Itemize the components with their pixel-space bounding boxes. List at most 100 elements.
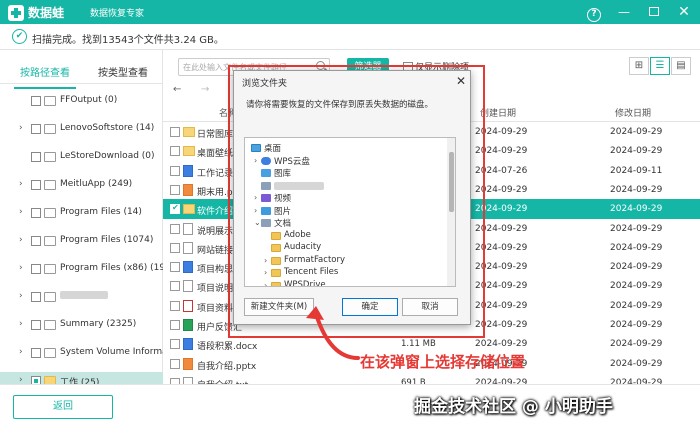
file-name: 自我介绍.pptx [197,361,257,372]
row-checkbox[interactable] [170,184,180,195]
tree-item-checkbox[interactable] [31,180,41,190]
file-modified: 2024-09-29 [610,262,663,273]
detail-view-icon[interactable]: ▤ [671,57,691,75]
dialog-tree-item[interactable]: › WPS云盘 [245,155,445,168]
dialog-tree-item[interactable]: › WPSDrive [245,280,445,287]
dialog-tree-label: 文档 [274,219,292,229]
dialog-tree-label: 图库 [274,169,292,179]
row-checkbox[interactable] [170,320,180,330]
dialog-close-icon[interactable]: ✕ [456,74,466,88]
sidebar-tree-item[interactable]: › [0,288,163,308]
row-checkbox[interactable] [170,127,180,137]
dialog-scrollbar[interactable] [447,138,455,286]
folder-icon [44,152,56,162]
forward-arrow-icon[interactable]: → [201,84,209,95]
dialog-tree-item[interactable] [245,180,445,193]
doc-icon [261,219,271,227]
chevron-icon[interactable]: › [264,256,267,265]
row-checkbox[interactable] [170,300,180,311]
file-modified: 2024-09-29 [610,358,663,369]
tree-item-checkbox[interactable] [31,292,41,302]
row-checkbox[interactable] [170,146,180,157]
tree-item-checkbox[interactable] [31,264,41,274]
dialog-tree-label: FormatFactory [284,254,346,265]
dialog-tree-item[interactable]: › FormatFactory [245,255,445,268]
dialog-tree-item[interactable]: Audacity [245,242,445,255]
chk-file-icon [183,319,193,331]
chevron-icon[interactable]: › [254,206,257,215]
column-created[interactable]: 创建日期 [480,106,516,119]
dialog-tree-item[interactable]: 桌面 [245,142,445,155]
chevron-right-icon[interactable]: › [19,179,23,189]
maximize-button[interactable] [645,3,663,21]
back-button[interactable]: 返回 [13,395,113,419]
row-checkbox[interactable] [170,358,180,369]
dialog-scroll-thumb[interactable] [449,152,454,212]
dialog-tree-label: WPS云盘 [274,156,310,167]
dialog-tree-item[interactable]: › Tencent Files [245,267,445,280]
file-modified: 2024-09-29 [610,127,663,137]
chevron-icon[interactable]: › [264,281,267,287]
tree-item-checkbox[interactable] [31,124,41,134]
tab-by-path[interactable]: 按路径查看 [14,64,76,89]
row-checkbox[interactable] [170,223,180,234]
tree-item-checkbox[interactable] [31,152,41,162]
file-created: 2024-09-29 [475,339,528,350]
row-checkbox[interactable] [170,281,180,292]
back-arrow-icon[interactable]: ← [173,84,181,95]
row-checkbox[interactable] [170,339,180,350]
row-checkbox[interactable] [170,165,180,176]
minimize-button[interactable]: — [615,3,633,21]
file-modified: 2024-09-29 [610,242,663,253]
sidebar-tree-item[interactable]: › Program Files (1074) [0,232,163,252]
app-name: 数据蛙 [28,6,65,20]
view-switcher: ⊞ ☰ ▤ [629,57,691,75]
dialog-tree-item[interactable]: ⌄ 文档 [245,217,445,230]
annotation-text: 在该弹窗上选择存储位置 [360,353,526,371]
cancel-button[interactable]: 取消 [402,298,458,316]
app-logo: 数据蛙 [8,4,64,21]
folder-icon [44,96,56,106]
chevron-right-icon[interactable]: › [19,123,23,133]
tree-item-checkbox[interactable] [31,348,41,358]
sidebar-tree-item[interactable]: › Summary (2325) [0,316,163,336]
dialog-tree-item[interactable]: › 图片 [245,205,445,218]
sidebar-tree-item[interactable]: › System Volume Informati [0,344,163,364]
chevron-right-icon[interactable]: › [19,291,23,301]
file-modified: 2024-09-29 [610,223,663,234]
sidebar-tree-item[interactable]: FFOutput (0) [0,92,163,112]
column-modified[interactable]: 修改日期 [615,106,651,119]
list-view-icon[interactable]: ☰ [650,57,670,75]
sidebar-tree-item[interactable]: › MeitluApp (249) [0,176,163,196]
tree-item-checkbox[interactable] [31,96,41,106]
dialog-tree-item[interactable]: › 视频 [245,192,445,205]
dialog-tree-item[interactable]: 图库 [245,167,445,180]
chevron-icon[interactable]: › [254,156,257,165]
row-checkbox[interactable] [170,242,180,253]
gallery-icon [261,169,271,177]
row-checkbox[interactable] [170,203,180,215]
sidebar-tree-item[interactable]: LeStoreDownload (0) [0,148,163,168]
grid-view-icon[interactable]: ⊞ [629,57,649,75]
dialog-tree-item[interactable]: Adobe [245,230,445,243]
chevron-icon[interactable]: ⌄ [254,218,261,227]
sidebar-tree-item[interactable]: › Program Files (14) [0,204,163,224]
chevron-right-icon[interactable]: › [19,235,23,245]
tree-item-checkbox[interactable] [31,320,41,330]
help-button[interactable]: ? [585,3,603,22]
chevron-right-icon[interactable]: › [19,207,23,217]
sidebar-tree-item[interactable]: › Program Files (x86) (1976 [0,260,163,280]
chevron-icon[interactable]: › [254,193,257,202]
dialog-title: 浏览文件夹 [242,79,288,89]
chevron-right-icon[interactable]: › [19,263,23,273]
chevron-icon[interactable]: › [264,268,267,277]
chevron-right-icon[interactable]: › [19,319,23,329]
row-checkbox[interactable] [170,262,180,273]
tab-by-type[interactable]: 按类型查看 [98,64,148,79]
chevron-right-icon[interactable]: › [19,347,23,357]
tree-item-checkbox[interactable] [31,208,41,218]
close-button[interactable]: ✕ [675,3,693,21]
sidebar-tree-item[interactable]: › LenovoSoftstore (14) [0,120,163,140]
tree-item-checkbox[interactable] [31,236,41,246]
file-modified: 2024-09-29 [610,281,663,292]
